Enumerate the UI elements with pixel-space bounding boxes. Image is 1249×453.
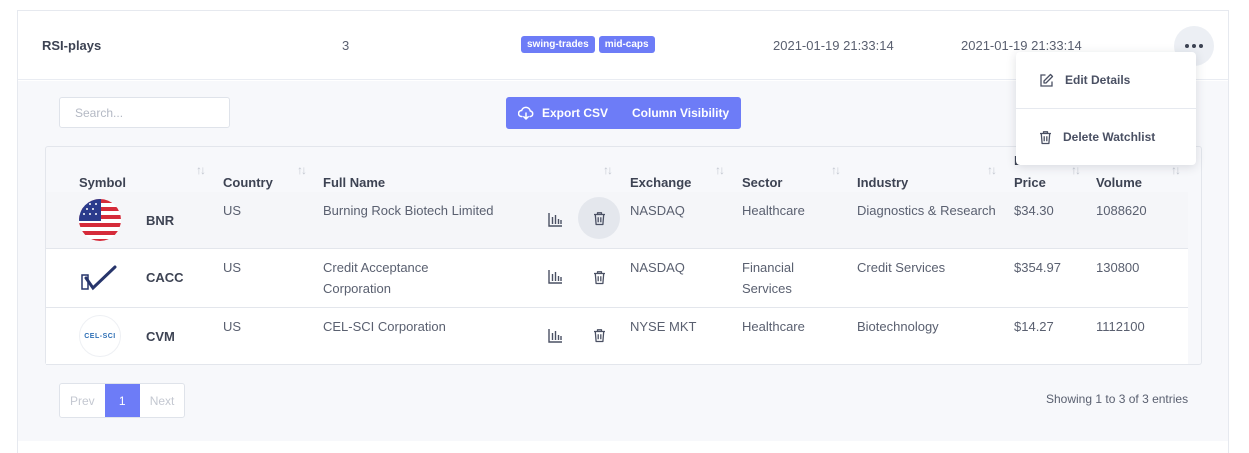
edit-details-label: Edit Details (1065, 73, 1131, 87)
row-symbol[interactable]: BNR (146, 210, 174, 231)
ellipsis-icon (1185, 44, 1189, 48)
edit-details-menu-item[interactable]: Edit Details (1016, 52, 1196, 108)
ellipsis-icon (1192, 44, 1196, 48)
trash-icon (593, 328, 605, 342)
tag-badge: swing-trades (521, 36, 595, 53)
row-exchange: NYSE MKT (630, 319, 697, 334)
row-price: $14.27 (1014, 319, 1054, 334)
us-flag-icon (79, 199, 121, 241)
search-input[interactable] (59, 97, 230, 128)
row-industry: Diagnostics & Research (857, 203, 996, 218)
next-page-button[interactable]: Next (140, 384, 185, 417)
trash-icon (1040, 130, 1051, 144)
header-industry[interactable]: Industry (857, 175, 908, 190)
trash-icon (593, 270, 605, 284)
delete-row-button[interactable] (578, 197, 620, 239)
celsci-logo-icon: CEL-SCI (79, 315, 121, 357)
prev-page-button[interactable]: Prev (60, 384, 105, 417)
column-visibility-button[interactable]: Column Visibility (620, 97, 741, 129)
row-full-name-line: Credit Acceptance (323, 260, 429, 275)
checkmark-logo-icon (79, 258, 121, 300)
header-sector[interactable]: Sector (742, 175, 782, 190)
row-industry: Credit Services (857, 260, 946, 275)
sort-icon[interactable]: ↑↓ (1071, 163, 1081, 177)
celsci-logo-text: CEL-SCI (84, 332, 116, 340)
row-symbol[interactable]: CVM (146, 326, 175, 347)
header-exchange[interactable]: Exchange (630, 175, 691, 190)
page-1-button[interactable]: 1 (104, 384, 140, 417)
row-sector: Healthcare (742, 203, 805, 218)
row-country: US (223, 203, 242, 218)
bar-chart-icon[interactable] (548, 212, 563, 227)
delete-row-button[interactable] (578, 256, 620, 298)
trash-icon (593, 211, 605, 225)
delete-row-button[interactable] (578, 314, 620, 356)
header-country[interactable]: Country (223, 175, 273, 190)
table-row[interactable]: CACC US Credit Acceptance Corporation NA… (46, 249, 1188, 308)
row-price: $34.30 (1014, 203, 1054, 218)
stocks-table: Symbol ↑↓ Country ↑↓ Full Name ↑↓ Exchan… (45, 146, 1202, 365)
created-timestamp: 2021-01-19 21:33:14 (773, 38, 894, 53)
row-full-name: CEL-SCI Corporation (323, 319, 446, 334)
row-country: US (223, 319, 242, 334)
bar-chart-icon[interactable] (548, 269, 563, 284)
export-csv-button[interactable]: Export CSV (506, 97, 620, 129)
row-industry: Biotechnology (857, 319, 939, 334)
entries-info: Showing 1 to 3 of 3 entries (1046, 392, 1189, 406)
updated-timestamp: 2021-01-19 21:33:14 (961, 38, 1082, 53)
row-full-name: Credit Acceptance Corporation (323, 257, 429, 299)
column-visibility-label: Column Visibility (632, 106, 730, 120)
row-full-name: Burning Rock Biotech Limited (323, 203, 494, 218)
row-price: $354.97 (1014, 260, 1061, 275)
table-row[interactable]: CEL-SCI CVM US CEL-SCI Corporation NYSE … (46, 308, 1188, 365)
sort-icon[interactable]: ↑↓ (715, 163, 725, 177)
bar-chart-icon[interactable] (548, 328, 563, 343)
table-actions: Export CSV Column Visibility (506, 97, 742, 129)
sort-icon[interactable]: ↑↓ (603, 163, 613, 177)
table-row[interactable]: BNR US Burning Rock Biotech Limited NASD… (46, 192, 1188, 249)
row-full-name-line: Corporation (323, 281, 391, 296)
row-volume: 1112100 (1096, 319, 1145, 334)
row-volume: 1088620 (1096, 203, 1147, 218)
row-sector: Healthcare (742, 319, 805, 334)
watchlist-name: RSI-plays (42, 38, 102, 53)
actions-dropdown-menu: Edit Details Delete Watchlist (1016, 52, 1196, 165)
sort-icon[interactable]: ↑↓ (831, 163, 841, 177)
watchlist-count: 3 (342, 38, 350, 53)
cloud-download-icon (518, 106, 534, 120)
header-price[interactable]: Price (1014, 175, 1046, 190)
delete-watchlist-menu-item[interactable]: Delete Watchlist (1016, 109, 1196, 165)
export-csv-label: Export CSV (542, 106, 609, 120)
header-volume[interactable]: Volume (1096, 175, 1142, 190)
row-sector: Financial Services (742, 257, 794, 299)
row-country: US (223, 260, 242, 275)
row-exchange: NASDAQ (630, 203, 685, 218)
header-symbol[interactable]: Symbol (79, 175, 126, 190)
edit-icon (1040, 73, 1054, 87)
row-symbol[interactable]: CACC (146, 267, 184, 288)
sort-icon[interactable]: ↑↓ (196, 163, 206, 177)
row-sector-line: Financial (742, 260, 795, 275)
ellipsis-icon (1199, 44, 1203, 48)
delete-watchlist-label: Delete Watchlist (1063, 130, 1156, 144)
sort-icon[interactable]: ↑↓ (987, 163, 997, 177)
tag-badge: mid-caps (598, 36, 655, 53)
pagination: Prev 1 Next (59, 383, 186, 418)
watchlist-tags: swing-trades mid-caps (521, 36, 655, 53)
row-exchange: NASDAQ (630, 260, 685, 275)
row-sector-line: Services (742, 281, 792, 296)
sort-icon[interactable]: ↑↓ (297, 163, 307, 177)
sort-icon[interactable]: ↑↓ (1171, 163, 1181, 177)
row-volume: 130800 (1096, 260, 1140, 275)
header-full-name[interactable]: Full Name (323, 175, 385, 190)
